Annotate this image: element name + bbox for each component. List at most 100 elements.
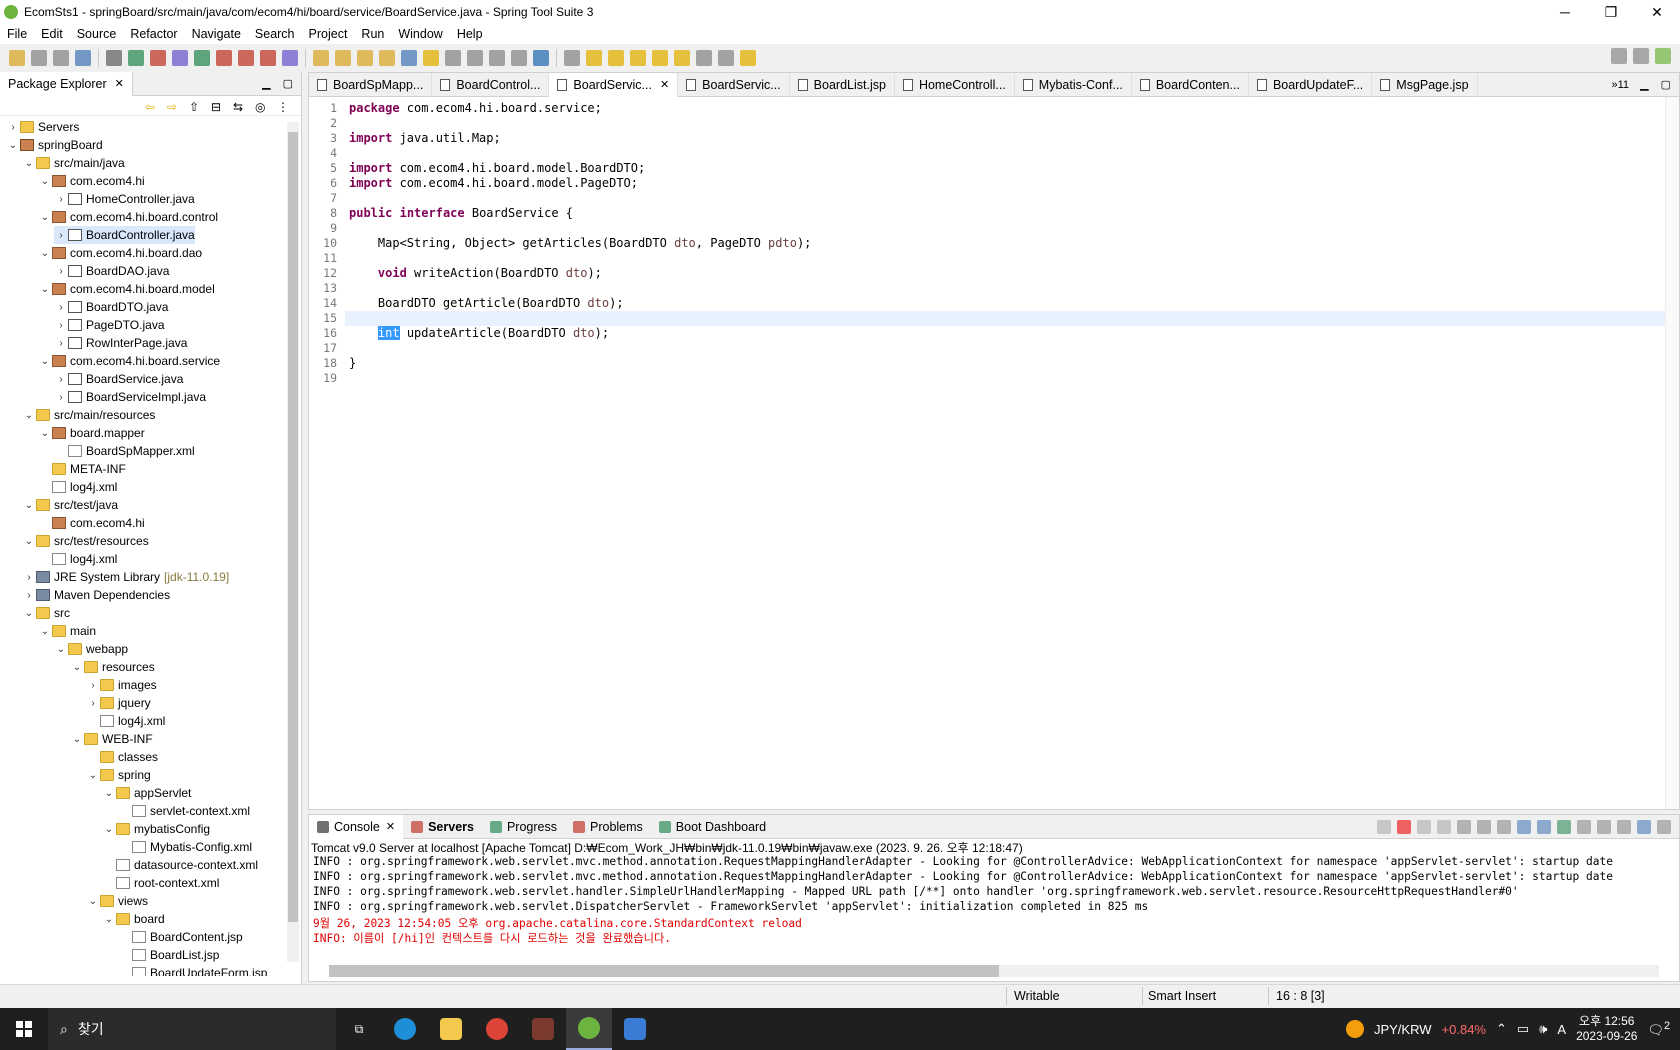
code-line[interactable]: public interface BoardService { bbox=[349, 206, 573, 220]
save-all-icon[interactable] bbox=[53, 50, 69, 66]
chevron-down-icon[interactable]: ⌄ bbox=[70, 734, 84, 745]
tree-node[interactable]: ⌄ board bbox=[102, 910, 165, 928]
minimize-button[interactable]: ─ bbox=[1542, 0, 1588, 24]
tree-node[interactable]: log4j.xml bbox=[38, 478, 117, 496]
chevron-down-icon[interactable]: ⌄ bbox=[70, 662, 84, 673]
back-icon[interactable]: ⇦ bbox=[145, 100, 159, 114]
menu-run[interactable]: Run bbox=[354, 27, 391, 41]
tree-node[interactable]: › BoardService.java bbox=[54, 370, 183, 388]
code-area[interactable]: 1 package com.ecom4.hi.board.service; 2 3 im… bbox=[309, 97, 1679, 797]
editor-tab[interactable]: MsgPage.jsp bbox=[1372, 72, 1478, 97]
close-icon[interactable]: ✕ bbox=[386, 820, 395, 833]
tree-node[interactable]: › BoardServiceImpl.java bbox=[54, 388, 206, 406]
console-tool-icon[interactable] bbox=[1377, 819, 1391, 834]
chevron-down-icon[interactable]: ⌄ bbox=[22, 536, 36, 547]
code-line[interactable]: void writeAction(BoardDTO dto); bbox=[349, 266, 602, 280]
code-line[interactable]: int updateArticle(BoardDTO dto); bbox=[349, 326, 609, 340]
tree-node[interactable]: BoardSpMapper.xml bbox=[54, 442, 195, 460]
tree-node[interactable]: ⌄ com.ecom4.hi.board.model bbox=[38, 280, 215, 298]
folder-icon[interactable] bbox=[335, 50, 351, 66]
tree-node[interactable]: › BoardController.java bbox=[54, 226, 195, 244]
console-tool-icon[interactable] bbox=[1597, 819, 1611, 834]
run-icon[interactable] bbox=[150, 50, 166, 66]
tree-node[interactable]: ⌄ com.ecom4.hi bbox=[38, 172, 145, 190]
chevron-down-icon[interactable]: ⌄ bbox=[22, 500, 36, 511]
collapse-all-icon[interactable]: ⊟ bbox=[211, 100, 225, 114]
search-icon[interactable] bbox=[1611, 48, 1627, 64]
chevron-right-icon[interactable]: › bbox=[86, 698, 100, 709]
editor-tab[interactable]: BoardUpdateF... bbox=[1249, 72, 1373, 97]
tree-node[interactable]: com.ecom4.hi bbox=[38, 514, 145, 532]
chevron-down-icon[interactable]: ⌄ bbox=[38, 176, 52, 187]
tree-node[interactable]: classes bbox=[86, 748, 158, 766]
console-tool-icon[interactable] bbox=[1637, 819, 1651, 834]
console-tool-icon[interactable] bbox=[1617, 819, 1631, 834]
chevron-down-icon[interactable]: ⌄ bbox=[86, 770, 100, 781]
menu-source[interactable]: Source bbox=[70, 27, 124, 41]
tree-node[interactable]: ⌄ src/main/java bbox=[22, 154, 125, 172]
save-icon[interactable] bbox=[31, 50, 47, 66]
new-icon[interactable] bbox=[9, 50, 25, 66]
tree-node[interactable]: ⌄ WEB-INF bbox=[70, 730, 153, 748]
search-icon[interactable] bbox=[106, 50, 122, 66]
console-tool-icon[interactable] bbox=[1457, 819, 1471, 834]
stop-icon[interactable] bbox=[216, 50, 232, 66]
editor-tab[interactable]: BoardControl... bbox=[432, 72, 550, 97]
console-tool-icon[interactable] bbox=[1657, 819, 1671, 834]
notification-icon[interactable]: 🗨2 bbox=[1647, 1020, 1670, 1038]
maximize-editor-icon[interactable]: ▢ bbox=[1661, 78, 1671, 91]
focus-icon[interactable]: ◎ bbox=[255, 100, 269, 114]
external-tools-icon[interactable] bbox=[172, 50, 188, 66]
console-tool-icon[interactable] bbox=[1437, 819, 1451, 834]
code-line[interactable]: import com.ecom4.hi.board.model.BoardDTO… bbox=[349, 161, 645, 175]
console-scrollbar[interactable] bbox=[329, 965, 1659, 977]
tree-node[interactable]: › JRE System Library [jdk-11.0.19] bbox=[22, 568, 229, 586]
annotation-icon[interactable] bbox=[379, 50, 395, 66]
open-project-icon[interactable] bbox=[313, 50, 329, 66]
tree-node[interactable]: ⌄ src/test/java bbox=[22, 496, 118, 514]
tree-node[interactable]: BoardContent.jsp bbox=[118, 928, 243, 946]
back-icon[interactable] bbox=[630, 50, 646, 66]
view-menu-icon[interactable]: ⋮ bbox=[277, 100, 291, 114]
media-button[interactable] bbox=[612, 1008, 658, 1050]
paragraph-icon[interactable] bbox=[511, 50, 527, 66]
pin-icon[interactable] bbox=[674, 50, 690, 66]
coverage-icon[interactable] bbox=[260, 50, 276, 66]
menu-refactor[interactable]: Refactor bbox=[123, 27, 184, 41]
tree-node[interactable]: ⌄ spring bbox=[86, 766, 151, 784]
close-icon[interactable]: ✕ bbox=[660, 78, 669, 91]
editor-tab[interactable]: BoardConten... bbox=[1132, 72, 1249, 97]
console-tool-icon[interactable] bbox=[1517, 819, 1531, 834]
chevron-down-icon[interactable]: ⌄ bbox=[86, 896, 100, 907]
menu-file[interactable]: File bbox=[0, 27, 34, 41]
tree-node[interactable]: Mybatis-Config.xml bbox=[118, 838, 252, 856]
chevron-right-icon[interactable]: › bbox=[54, 392, 68, 403]
chevron-down-icon[interactable]: ⌄ bbox=[38, 428, 52, 439]
tree-node[interactable]: BoardList.jsp bbox=[118, 946, 219, 964]
debug-icon[interactable] bbox=[128, 50, 144, 66]
tree-node[interactable]: servlet-context.xml bbox=[118, 802, 250, 820]
console-output[interactable]: INFO : org.springframework.web.servlet.m… bbox=[309, 855, 1679, 945]
chevron-right-icon[interactable]: › bbox=[54, 302, 68, 313]
task-icon[interactable] bbox=[357, 50, 373, 66]
prev-annotation-icon[interactable] bbox=[586, 50, 602, 66]
chrome-button[interactable] bbox=[474, 1008, 520, 1050]
console-tab-servers[interactable]: Servers bbox=[403, 815, 482, 839]
maximize-button[interactable]: ❐ bbox=[1588, 0, 1634, 24]
editor-tab[interactable]: BoardSpMapp... bbox=[309, 72, 433, 97]
volume-icon[interactable]: 🕪 bbox=[1539, 1021, 1547, 1037]
perspective-icon[interactable] bbox=[1633, 48, 1649, 64]
code-line[interactable]: import java.util.Map; bbox=[349, 131, 501, 145]
highlight-icon[interactable] bbox=[401, 50, 417, 66]
chevron-right-icon[interactable]: › bbox=[54, 320, 68, 331]
more-tabs-button[interactable]: »11 bbox=[1611, 79, 1629, 91]
code-line[interactable]: Map<String, Object> getArticles(BoardDTO… bbox=[349, 236, 812, 250]
open-type-icon[interactable] bbox=[75, 50, 91, 66]
tree-node[interactable]: ⌄ com.ecom4.hi.board.control bbox=[38, 208, 218, 226]
globe-icon[interactable] bbox=[533, 50, 549, 66]
tree-node[interactable]: › HomeController.java bbox=[54, 190, 194, 208]
tree-node[interactable]: datasource-context.xml bbox=[102, 856, 258, 874]
tree-node[interactable]: ⌄ src bbox=[22, 604, 70, 622]
tree-node[interactable]: › images bbox=[86, 676, 156, 694]
chevron-right-icon[interactable]: › bbox=[86, 680, 100, 691]
